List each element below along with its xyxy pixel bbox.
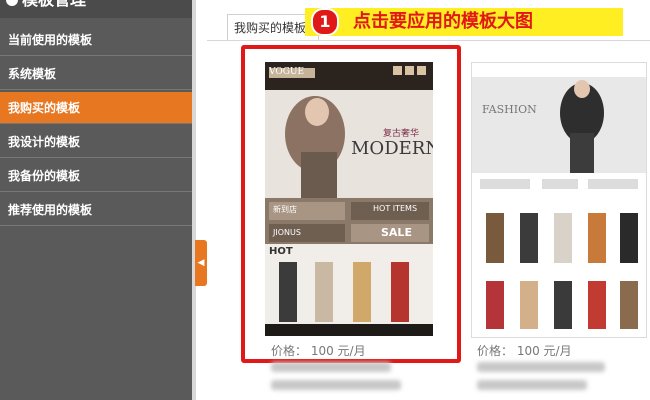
template-1-panel-jionus: JIONUS — [273, 228, 301, 237]
sidebar-item-recommended[interactable]: 推荐使用的模板 — [0, 194, 192, 226]
sidebar-item-purchased[interactable]: 我购买的模板 — [0, 92, 192, 124]
template-thumbnail-2[interactable]: FASHION — [471, 62, 647, 338]
template-2-brand: FASHION — [482, 103, 537, 116]
template-thumbnail-1[interactable]: VOGUE 复古奢华 MODERN 新到店 HOT ITEMS JIONUS S… — [265, 62, 433, 336]
instruction-callout: 1 点击要应用的模板大图 — [305, 8, 623, 36]
sidebar-title: 模板管理 — [22, 0, 86, 10]
callout-number-badge: 1 — [311, 8, 339, 36]
template-1-brand: VOGUE — [269, 67, 305, 77]
template-2-detail-blurred — [477, 380, 587, 390]
template-1-panel-sale: SALE — [381, 226, 412, 239]
sidebar-item-designed[interactable]: 我设计的模板 — [0, 126, 192, 158]
sidebar-item-backup[interactable]: 我备份的模板 — [0, 160, 192, 192]
template-1-panel-new: 新到店 — [273, 205, 297, 214]
template-1-headline: MODERN — [351, 138, 433, 159]
template-1-panel-hot-items: HOT ITEMS — [373, 204, 418, 213]
template-1-detail-blurred — [271, 362, 391, 372]
template-1-panel-hot: HOT — [269, 246, 293, 257]
template-1-price: 价格： 100 元/月 — [271, 344, 366, 358]
collapse-arrow-icon[interactable]: ◀ — [195, 240, 207, 286]
gear-icon — [6, 0, 18, 6]
sidebar-item-current[interactable]: 当前使用的模板 — [0, 24, 192, 56]
callout-text: 点击要应用的模板大图 — [353, 11, 533, 32]
template-2-price: 价格： 100 元/月 — [477, 344, 572, 358]
panel-divider — [192, 0, 196, 400]
template-1-detail-blurred — [271, 380, 401, 390]
tab-bar-line — [207, 40, 650, 41]
sidebar-header: 模板管理 — [0, 0, 192, 18]
template-2-detail-blurred — [477, 362, 605, 372]
content-area: 我购买的模板 VOGUE 复古奢华 MODERN 新到店 HOT ITEMS J… — [207, 0, 650, 400]
template-preview-1 — [265, 62, 433, 336]
sidebar: 模板管理 当前使用的模板 系统模板 我购买的模板 我设计的模板 我备份的模板 推… — [0, 0, 192, 400]
sidebar-item-system[interactable]: 系统模板 — [0, 58, 192, 90]
